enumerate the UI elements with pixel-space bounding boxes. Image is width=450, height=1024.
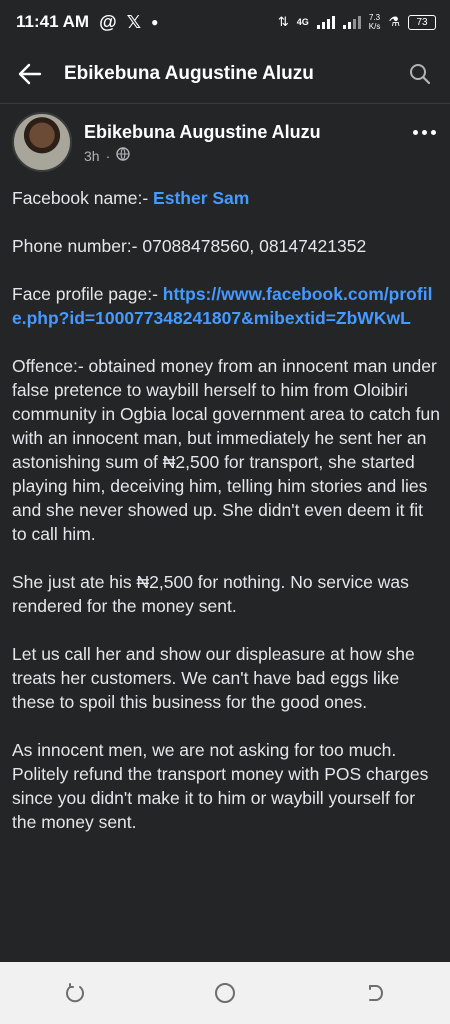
network-speed-unit: K/s <box>368 22 381 31</box>
post-meta: 3h · <box>84 147 321 164</box>
globe-icon <box>116 147 130 164</box>
x-icon: 𝕏 <box>126 11 142 32</box>
threads-icon: @ <box>99 11 117 32</box>
author-name[interactable]: Ebikebuna Augustine Aluzu <box>84 122 321 143</box>
more-icon[interactable] <box>413 130 436 135</box>
post-time[interactable]: 3h <box>84 148 100 164</box>
post-header: Ebikebuna Augustine Aluzu 3h · <box>12 112 438 176</box>
battery-icon: 73 <box>408 14 436 30</box>
system-nav-bar <box>0 962 450 1024</box>
meta-separator: · <box>105 147 111 164</box>
home-icon[interactable] <box>214 982 236 1004</box>
search-icon[interactable] <box>406 60 434 88</box>
signal-2-icon <box>342 15 361 29</box>
profile-line: Face profile page:- https://www.facebook… <box>12 282 440 330</box>
author-block: Ebikebuna Augustine Aluzu 3h · <box>84 122 321 164</box>
app-bar-title: Ebikebuna Augustine Aluzu <box>64 62 314 84</box>
paragraph-3: Let us call her and show our displeasure… <box>12 644 415 712</box>
flask-icon: ⚗ <box>388 14 400 29</box>
status-time: 11:41 AM <box>16 12 90 31</box>
facebook-name-link[interactable]: Esther Sam <box>153 188 249 208</box>
profile-label: Face profile page:- <box>12 284 163 304</box>
recents-icon[interactable] <box>65 983 85 1003</box>
network-speed-value: 7.3 <box>369 13 381 22</box>
paragraph-4: As innocent men, we are not asking for t… <box>12 740 429 832</box>
status-left: 11:41 AM @ 𝕏 ● <box>16 12 158 33</box>
offence-paragraph: Offence:- obtained money from an innocen… <box>12 356 440 544</box>
app-bar: Ebikebuna Augustine Aluzu <box>0 44 450 104</box>
phone-line: Phone number:- 07088478560, 08147421352 <box>12 236 367 256</box>
facebook-name-label: Facebook name:- <box>12 188 154 208</box>
back-icon[interactable] <box>365 983 385 1003</box>
facebook-name-line: Facebook name:- Esther Sam <box>12 186 440 210</box>
avatar[interactable] <box>12 112 72 172</box>
data-arrows-icon: ⇅ <box>277 14 289 29</box>
network-speed: 7.3 K/s <box>369 13 381 31</box>
back-arrow-icon[interactable] <box>16 60 44 88</box>
status-bar: 11:41 AM @ 𝕏 ● ⇅ 4G 7.3 K/s ⚗ 73 <box>0 0 450 44</box>
status-right: ⇅ 4G 7.3 K/s ⚗ 73 <box>278 13 436 31</box>
signal-icon <box>316 15 335 29</box>
post-body: Facebook name:- Esther Sam Phone number:… <box>12 186 440 858</box>
dot-icon: ● <box>151 15 159 29</box>
network-type: 4G <box>296 17 309 27</box>
paragraph-2: She just ate his ₦2,500 for nothing. No … <box>12 572 409 616</box>
